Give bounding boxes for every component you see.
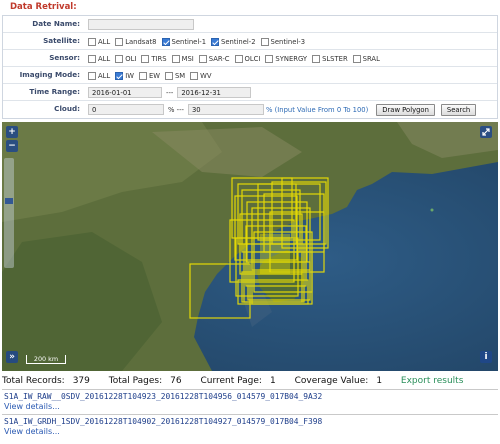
sensor-option-sral[interactable]: SRAL: [352, 54, 380, 63]
layers-toggle-button[interactable]: »: [6, 351, 18, 363]
sensor-row: Sensor: ALL OLI TIRS MSI SAR-C OLCI SYNE…: [3, 50, 497, 67]
mode-option-all[interactable]: ALL: [88, 71, 110, 80]
cloud-separator: % ---: [168, 105, 184, 114]
divider: [2, 389, 498, 390]
checkbox-checked[interactable]: [211, 37, 220, 46]
checkbox[interactable]: [88, 54, 96, 63]
checkbox-checked[interactable]: [161, 37, 170, 46]
sensor-option-slster[interactable]: SLSTER: [312, 54, 348, 63]
date-name-row: Date Name:: [3, 16, 497, 33]
checkbox[interactable]: [88, 71, 96, 80]
record-name: S1A_IW_RAW__0SDV_20161228T104923_2016122…: [4, 392, 323, 401]
total-records: Total Records: 379: [2, 376, 90, 386]
satellite-option-all[interactable]: ALL: [88, 37, 110, 46]
cloud-hint: % (Input Value From 0 To 100): [265, 105, 369, 114]
checkbox[interactable]: [141, 54, 150, 63]
results-summary: Total Records: 379 Total Pages: 76 Current…: [2, 376, 498, 386]
checkbox[interactable]: [234, 54, 243, 63]
start-date-input[interactable]: 2016-01-01: [88, 87, 162, 98]
search-button[interactable]: Search: [440, 103, 477, 116]
time-range-label: Time Range:: [29, 87, 80, 96]
mode-option-sm[interactable]: SM: [164, 71, 185, 80]
cloud-max-input[interactable]: 30: [187, 104, 264, 115]
mode-option-ew[interactable]: EW: [138, 71, 160, 80]
imaging-mode-label: Imaging Mode:: [19, 70, 80, 79]
satellite-option-sentinel1[interactable]: Sentinel-1: [161, 37, 206, 46]
search-form: Date Name: Satellite: ALL Landsat8 Senti…: [2, 15, 498, 119]
time-range-row: Time Range: 2016-01-01 --- 2016-12-31: [3, 84, 497, 101]
checkbox[interactable]: [265, 54, 274, 63]
satellite-map[interactable]: + − » i: [2, 122, 498, 371]
cloud-min-input[interactable]: 0: [88, 104, 164, 115]
sensor-option-tirs[interactable]: TIRS: [141, 54, 167, 63]
sensor-options: ALL OLI TIRS MSI SAR-C OLCI SYNERGY SLST…: [88, 52, 383, 65]
checkbox[interactable]: [190, 71, 199, 80]
panel-title: Data Retrival:: [10, 2, 77, 12]
zoom-in-button[interactable]: +: [6, 126, 18, 138]
scale-bar: 200 km: [26, 355, 66, 364]
record-name: S1A_IW_GRDH_1SDV_20161228T104902_2016122…: [4, 417, 323, 426]
view-details-link[interactable]: View details...: [4, 427, 494, 436]
end-date-input[interactable]: 2016-12-31: [177, 87, 252, 98]
imaging-mode-row: Imaging Mode: ALL IW EW SM WV: [3, 67, 497, 84]
sensor-option-olci[interactable]: OLCI: [234, 54, 260, 63]
satellite-row: Satellite: ALL Landsat8 Sentinel-1 Senti…: [3, 33, 497, 50]
sensor-label: Sensor:: [49, 53, 80, 62]
time-separator: ---: [166, 88, 174, 97]
checkbox[interactable]: [260, 37, 269, 46]
checkbox-checked[interactable]: [115, 71, 124, 80]
zoom-slider-handle[interactable]: [5, 198, 13, 204]
zoom-slider[interactable]: [4, 158, 14, 268]
checkbox[interactable]: [115, 54, 124, 63]
sensor-option-oli[interactable]: OLI: [115, 54, 136, 63]
checkbox[interactable]: [88, 37, 96, 46]
info-button[interactable]: i: [480, 351, 492, 363]
sensor-option-synergy[interactable]: SYNERGY: [265, 54, 307, 63]
sensor-option-all[interactable]: ALL: [88, 54, 110, 63]
date-name-label: Date Name:: [32, 19, 80, 28]
divider: [2, 414, 498, 415]
satellite-option-landsat8[interactable]: Landsat8: [115, 37, 157, 46]
draw-polygon-button[interactable]: Draw Polygon: [376, 103, 435, 116]
view-details-link[interactable]: View details...: [4, 402, 494, 411]
footprint-layer[interactable]: [2, 122, 498, 371]
checkbox[interactable]: [352, 54, 361, 63]
checkbox[interactable]: [198, 54, 207, 63]
mode-option-wv[interactable]: WV: [190, 71, 212, 80]
current-page: Current Page: 1: [200, 376, 276, 386]
export-results-link[interactable]: Export results: [401, 376, 463, 386]
satellite-option-sentinel3[interactable]: Sentinel-3: [260, 37, 305, 46]
result-record: S1A_IW_RAW__0SDV_20161228T104923_2016122…: [4, 392, 494, 411]
coverage-value: Coverage Value: 1: [294, 376, 383, 386]
checkbox[interactable]: [138, 71, 147, 80]
sensor-option-msi[interactable]: MSI: [171, 54, 194, 63]
mode-option-iw[interactable]: IW: [115, 71, 134, 80]
satellite-label: Satellite:: [43, 36, 80, 45]
total-pages: Total Pages: 76: [108, 376, 182, 386]
checkbox[interactable]: [164, 71, 173, 80]
satellite-options: ALL Landsat8 Sentinel-1 Sentinel-2 Senti…: [88, 35, 308, 48]
cloud-row: Cloud: 0 % --- 30 % (Input Value From 0 …: [3, 101, 497, 118]
expand-icon: [482, 128, 490, 136]
sensor-option-sar-c[interactable]: SAR-C: [198, 54, 230, 63]
checkbox[interactable]: [171, 54, 180, 63]
fullscreen-button[interactable]: [480, 126, 492, 138]
satellite-option-sentinel2[interactable]: Sentinel-2: [211, 37, 256, 46]
imaging-mode-options: ALL IW EW SM WV: [88, 69, 215, 82]
zoom-out-button[interactable]: −: [6, 140, 18, 152]
cloud-label: Cloud:: [54, 104, 80, 113]
checkbox[interactable]: [115, 37, 124, 46]
result-record: S1A_IW_GRDH_1SDV_20161228T104902_2016122…: [4, 417, 494, 436]
checkbox[interactable]: [312, 54, 321, 63]
date-name-input[interactable]: [88, 19, 194, 30]
